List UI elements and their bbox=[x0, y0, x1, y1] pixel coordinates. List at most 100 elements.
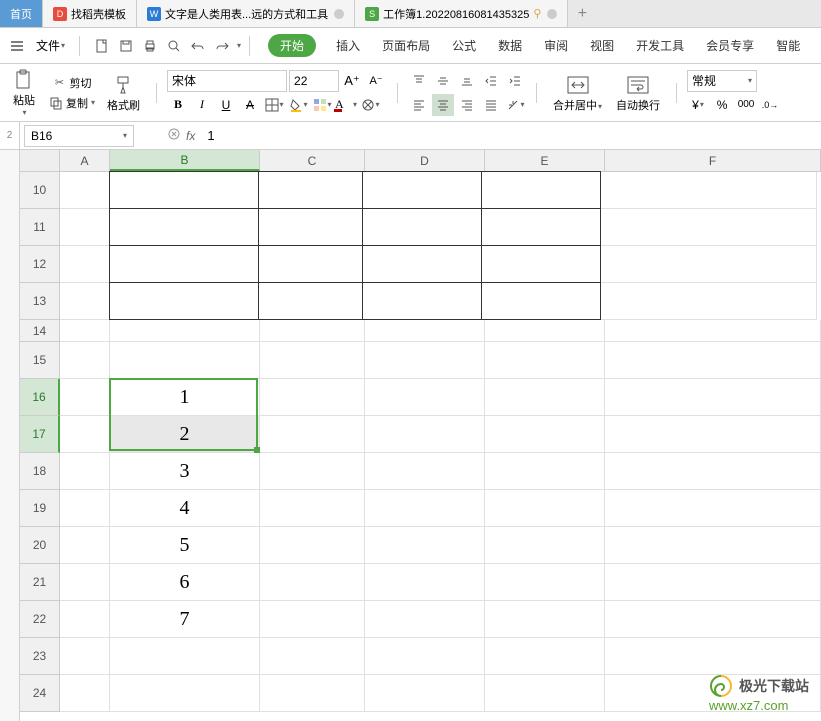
cell[interactable] bbox=[605, 342, 821, 379]
tab-add-button[interactable]: + bbox=[568, 0, 596, 27]
row-header[interactable]: 20 bbox=[20, 527, 60, 564]
ribbon-tab-view[interactable]: 视图 bbox=[588, 33, 616, 58]
increase-font-icon[interactable]: A⁺ bbox=[341, 70, 363, 92]
cell[interactable] bbox=[110, 320, 260, 342]
select-all-corner[interactable] bbox=[20, 150, 60, 171]
qat-preview-icon[interactable] bbox=[164, 36, 184, 56]
cell[interactable] bbox=[365, 342, 485, 379]
cell[interactable] bbox=[485, 527, 605, 564]
cell[interactable] bbox=[365, 564, 485, 601]
cell[interactable] bbox=[260, 601, 365, 638]
format-painter-button[interactable]: 格式刷 bbox=[101, 71, 146, 115]
cell[interactable] bbox=[601, 172, 817, 209]
cell[interactable] bbox=[258, 282, 363, 320]
font-color-button[interactable]: A▾ bbox=[335, 94, 357, 116]
chevron-down-icon[interactable]: ▾ bbox=[237, 41, 241, 50]
cell[interactable]: 3 bbox=[110, 453, 260, 490]
cell[interactable]: 5 bbox=[110, 527, 260, 564]
cell[interactable] bbox=[110, 342, 260, 379]
cell[interactable] bbox=[260, 416, 365, 453]
border-button[interactable]: ▾ bbox=[263, 94, 285, 116]
cell[interactable] bbox=[605, 453, 821, 490]
row-header[interactable]: 16 bbox=[20, 379, 60, 416]
ribbon-tab-insert[interactable]: 插入 bbox=[334, 33, 362, 58]
cell[interactable] bbox=[605, 601, 821, 638]
cancel-formula-icon[interactable] bbox=[168, 128, 180, 143]
cell[interactable] bbox=[258, 208, 363, 246]
cell[interactable] bbox=[605, 490, 821, 527]
tab-doc-text[interactable]: W 文字是人类用表...远的方式和工具 bbox=[137, 0, 355, 27]
cell[interactable] bbox=[485, 379, 605, 416]
cell[interactable] bbox=[60, 490, 110, 527]
underline-button[interactable]: U bbox=[215, 94, 237, 116]
cell[interactable] bbox=[485, 320, 605, 342]
wrap-text-button[interactable]: 自动换行 bbox=[610, 71, 666, 115]
qat-undo-icon[interactable] bbox=[188, 36, 208, 56]
align-top-icon[interactable] bbox=[408, 70, 430, 92]
cell[interactable] bbox=[60, 453, 110, 490]
cell[interactable] bbox=[60, 416, 110, 453]
cell[interactable] bbox=[485, 675, 605, 712]
row-header[interactable]: 23 bbox=[20, 638, 60, 675]
cell[interactable] bbox=[481, 245, 601, 283]
cell[interactable] bbox=[60, 601, 110, 638]
cell[interactable] bbox=[365, 320, 485, 342]
bold-button[interactable]: B bbox=[167, 94, 189, 116]
row-header[interactable]: 11 bbox=[20, 209, 60, 246]
cell[interactable] bbox=[362, 245, 482, 283]
increase-indent-icon[interactable] bbox=[504, 70, 526, 92]
qat-redo-icon[interactable] bbox=[212, 36, 232, 56]
row-header[interactable]: 13 bbox=[20, 283, 60, 320]
ribbon-tab-formula[interactable]: 公式 bbox=[450, 33, 478, 58]
cell[interactable] bbox=[60, 638, 110, 675]
name-box[interactable]: B16▾ bbox=[24, 125, 134, 147]
cell[interactable] bbox=[605, 320, 821, 342]
cell[interactable] bbox=[485, 342, 605, 379]
ribbon-tab-start[interactable]: 开始 bbox=[268, 34, 316, 57]
fill-color-button[interactable]: ▾ bbox=[287, 94, 309, 116]
cell[interactable] bbox=[260, 379, 365, 416]
cell[interactable]: 2 bbox=[110, 416, 260, 453]
cell[interactable] bbox=[260, 320, 365, 342]
thousands-icon[interactable]: 000 bbox=[735, 94, 757, 116]
cell[interactable] bbox=[60, 527, 110, 564]
ribbon-tab-data[interactable]: 数据 bbox=[496, 33, 524, 58]
ribbon-tab-layout[interactable]: 页面布局 bbox=[380, 33, 432, 58]
cell[interactable] bbox=[60, 283, 110, 320]
cell[interactable] bbox=[60, 320, 110, 342]
cell[interactable] bbox=[60, 342, 110, 379]
cell[interactable] bbox=[481, 282, 601, 320]
tab-workbook[interactable]: S 工作簿1.20220816081435325 ⚲ bbox=[355, 0, 568, 27]
align-center-icon[interactable] bbox=[432, 94, 454, 116]
row-header[interactable]: 24 bbox=[20, 675, 60, 712]
font-size-select[interactable] bbox=[289, 70, 339, 92]
cell[interactable] bbox=[605, 379, 821, 416]
file-menu[interactable]: 文件▾ bbox=[30, 37, 71, 54]
cell[interactable] bbox=[260, 490, 365, 527]
cell[interactable] bbox=[601, 209, 817, 246]
fx-icon[interactable]: fx bbox=[186, 129, 195, 143]
cell[interactable] bbox=[485, 564, 605, 601]
tab-close-icon[interactable] bbox=[547, 9, 557, 19]
cell[interactable] bbox=[260, 453, 365, 490]
cell[interactable] bbox=[485, 416, 605, 453]
decrease-indent-icon[interactable] bbox=[480, 70, 502, 92]
cell[interactable] bbox=[260, 342, 365, 379]
orientation-icon[interactable]: ▾ bbox=[504, 94, 526, 116]
cell[interactable] bbox=[258, 171, 363, 209]
menu-hamburger-icon[interactable] bbox=[6, 35, 28, 57]
cell[interactable] bbox=[109, 171, 259, 209]
clear-format-button[interactable]: ▾ bbox=[359, 94, 381, 116]
row-header[interactable]: 15 bbox=[20, 342, 60, 379]
cell[interactable] bbox=[485, 601, 605, 638]
column-header[interactable]: D bbox=[365, 150, 485, 171]
cell[interactable] bbox=[60, 246, 110, 283]
tab-templates[interactable]: D 找稻壳模板 bbox=[43, 0, 137, 27]
cell[interactable] bbox=[260, 675, 365, 712]
align-middle-icon[interactable] bbox=[432, 70, 454, 92]
currency-icon[interactable]: ¥▾ bbox=[687, 94, 709, 116]
font-name-select[interactable] bbox=[167, 70, 287, 92]
cell[interactable] bbox=[365, 490, 485, 527]
cell[interactable]: 7 bbox=[110, 601, 260, 638]
cell[interactable] bbox=[485, 453, 605, 490]
